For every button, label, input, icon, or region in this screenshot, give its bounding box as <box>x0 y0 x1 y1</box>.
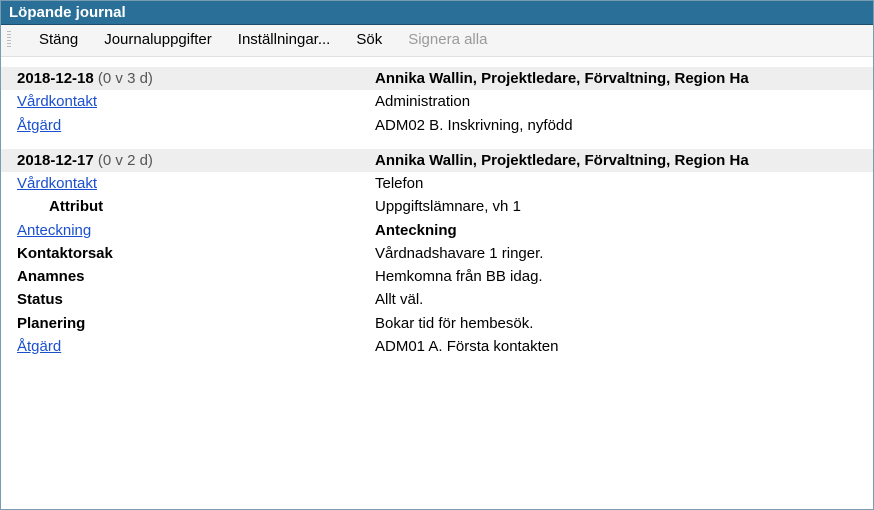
entry-row-label-link[interactable]: Vårdkontakt <box>17 93 97 110</box>
entry-row: Vårdkontakt Administration <box>1 90 873 113</box>
entry-row-label-link[interactable]: Åtgärd <box>17 117 61 134</box>
entry-row-value: ADM01 A. Första kontakten <box>371 335 873 358</box>
entry-row: Planering Bokar tid för hembesök. <box>1 312 873 335</box>
entry-row-label-cell: Vårdkontakt <box>1 90 371 113</box>
entry-date: 2018-12-17 <box>17 152 98 169</box>
entry-row-label: Attribut <box>17 198 103 215</box>
window-title: Löpande journal <box>9 4 126 21</box>
menubar: Stäng Journaluppgifter Inställningar... … <box>1 25 873 57</box>
entry-row: Åtgärd ADM02 B. Inskrivning, nyfödd <box>1 114 873 137</box>
entry-date: 2018-12-18 <box>17 70 98 87</box>
journal-content: 2018-12-18 (0 v 3 d)Annika Wallin, Proje… <box>1 57 873 358</box>
entry-author: Annika Wallin, Projektledare, Förvaltnin… <box>371 67 873 90</box>
entry-row-value: Administration <box>371 90 873 113</box>
entry-row-value: Uppgiftslämnare, vh 1 <box>371 195 873 218</box>
entry-row-label-cell: Åtgärd <box>1 114 371 137</box>
entry-age: (0 v 2 d) <box>98 152 153 169</box>
entry-date-cell: 2018-12-18 (0 v 3 d) <box>1 67 371 90</box>
entry-row-label-cell: Vårdkontakt <box>1 172 371 195</box>
toolbar-drag-handle[interactable] <box>7 31 11 49</box>
entry-row: Attribut Uppgiftslämnare, vh 1 <box>1 195 873 218</box>
menu-settings[interactable]: Inställningar... <box>236 29 333 50</box>
entry-row-label-cell: Attribut <box>1 195 371 218</box>
entry-row-label: Planering <box>17 315 85 332</box>
entry-row-label-cell: Status <box>1 288 371 311</box>
entry-row-value: Hemkomna från BB idag. <box>371 265 873 288</box>
entry-row-value: ADM02 B. Inskrivning, nyfödd <box>371 114 873 137</box>
entry-row-value: Vårdnadshavare 1 ringer. <box>371 242 873 265</box>
menu-close[interactable]: Stäng <box>37 29 80 50</box>
entry-row-value: Allt väl. <box>371 288 873 311</box>
entry-row-label: Anamnes <box>17 268 85 285</box>
entry-row-label: Kontaktorsak <box>17 245 113 262</box>
entry-row-label-link[interactable]: Åtgärd <box>17 338 61 355</box>
journal-entry: 2018-12-17 (0 v 2 d)Annika Wallin, Proje… <box>1 149 873 358</box>
entry-header: 2018-12-17 (0 v 2 d)Annika Wallin, Proje… <box>1 149 873 172</box>
menu-sign-all: Signera alla <box>406 29 489 50</box>
entry-row-label: Status <box>17 291 63 308</box>
entry-row-label-cell: Planering <box>1 312 371 335</box>
menu-journal[interactable]: Journaluppgifter <box>102 29 214 50</box>
entry-row: Anamnes Hemkomna från BB idag. <box>1 265 873 288</box>
entry-author: Annika Wallin, Projektledare, Förvaltnin… <box>371 149 873 172</box>
entry-row-label-cell: Anamnes <box>1 265 371 288</box>
entry-row-value: Bokar tid för hembesök. <box>371 312 873 335</box>
menu-search[interactable]: Sök <box>354 29 384 50</box>
entry-row: Anteckning Anteckning <box>1 219 873 242</box>
entry-row: Status Allt väl. <box>1 288 873 311</box>
entry-row-label-cell: Kontaktorsak <box>1 242 371 265</box>
journal-entry: 2018-12-18 (0 v 3 d)Annika Wallin, Proje… <box>1 67 873 137</box>
entry-age: (0 v 3 d) <box>98 70 153 87</box>
entry-header: 2018-12-18 (0 v 3 d)Annika Wallin, Proje… <box>1 67 873 90</box>
entry-row-value: Anteckning <box>371 219 873 242</box>
entry-row: Vårdkontakt Telefon <box>1 172 873 195</box>
entry-row: Kontaktorsak Vårdnadshavare 1 ringer. <box>1 242 873 265</box>
window-titlebar: Löpande journal <box>1 1 873 25</box>
entry-row-label-cell: Åtgärd <box>1 335 371 358</box>
entry-row-label-link[interactable]: Vårdkontakt <box>17 175 97 192</box>
entry-date-cell: 2018-12-17 (0 v 2 d) <box>1 149 371 172</box>
entry-row-value: Telefon <box>371 172 873 195</box>
entry-row-label-cell: Anteckning <box>1 219 371 242</box>
entry-row: Åtgärd ADM01 A. Första kontakten <box>1 335 873 358</box>
entry-row-label-link[interactable]: Anteckning <box>17 222 91 239</box>
